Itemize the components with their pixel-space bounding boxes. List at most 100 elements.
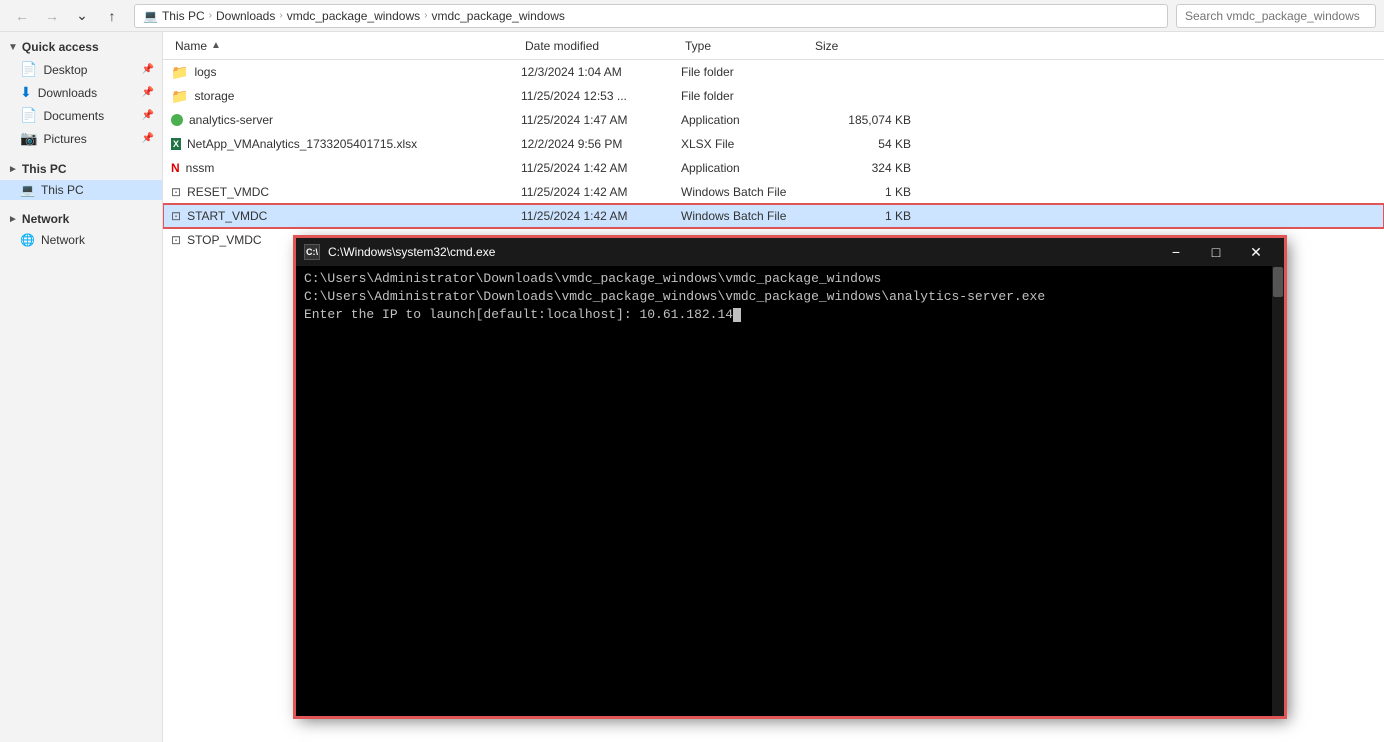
- file-name-cell: ⊡ RESET_VMDC: [171, 185, 521, 199]
- desktop-label: Desktop: [43, 63, 87, 77]
- downloads-icon: ⬇: [20, 84, 32, 101]
- sidebar-item-desktop[interactable]: 📄 Desktop 📌: [0, 58, 162, 81]
- file-type-cell: File folder: [681, 65, 811, 79]
- chevron-icon: ►: [8, 164, 18, 175]
- breadcrumb-vmdc2: vmdc_package_windows: [431, 9, 564, 23]
- sidebar-item-pictures[interactable]: 📷 Pictures 📌: [0, 127, 162, 150]
- forward-button[interactable]: →: [38, 2, 66, 30]
- file-name-cell: 📁 logs: [171, 64, 521, 81]
- file-type-cell: Application: [681, 113, 811, 127]
- downloads-label: Downloads: [38, 86, 97, 100]
- quick-access-label: Quick access: [22, 40, 99, 54]
- dropdown-icon: ⌄: [76, 7, 88, 24]
- col-header-date[interactable]: Date modified: [521, 39, 681, 53]
- network-item-label: Network: [41, 233, 85, 247]
- file-type-cell: File folder: [681, 89, 811, 103]
- file-size-cell: 1 KB: [811, 209, 911, 223]
- col-header-name[interactable]: Name ▲: [171, 39, 521, 53]
- cmd-cursor: [733, 308, 741, 322]
- file-type-cell: Windows Batch File: [681, 209, 811, 223]
- file-date-cell: 11/25/2024 1:42 AM: [521, 185, 681, 199]
- address-bar[interactable]: 💻 This PC › Downloads › vmdc_package_win…: [134, 4, 1168, 28]
- documents-label: Documents: [43, 109, 104, 123]
- col-header-size[interactable]: Size: [811, 39, 911, 53]
- cmd-scrollbar[interactable]: [1272, 266, 1284, 716]
- pictures-icon: 📷: [20, 130, 37, 147]
- table-row[interactable]: 📁 logs 12/3/2024 1:04 AM File folder: [163, 60, 1384, 84]
- recent-button[interactable]: ⌄: [68, 2, 96, 30]
- nav-buttons: ← → ⌄ ↑: [8, 2, 126, 30]
- file-size-cell: 185,074 KB: [811, 113, 911, 127]
- file-type-cell: Application: [681, 161, 811, 175]
- nssm-icon: N: [171, 161, 180, 175]
- up-button[interactable]: ↑: [98, 2, 126, 30]
- thispc-item-label: This PC: [41, 183, 84, 197]
- pin-icon: 📌: [142, 64, 154, 75]
- back-button[interactable]: ←: [8, 2, 36, 30]
- file-name-cell: N nssm: [171, 161, 521, 175]
- table-row-selected[interactable]: ⊡ START_VMDC 11/25/2024 1:42 AM Windows …: [163, 204, 1384, 228]
- file-type-cell: Windows Batch File: [681, 185, 811, 199]
- pictures-label: Pictures: [43, 132, 86, 146]
- xlsx-icon: X: [171, 138, 181, 150]
- file-name-cell: analytics-server: [171, 113, 521, 127]
- sidebar: ▼ Quick access 📄 Desktop 📌 ⬇ Downloads 📌…: [0, 32, 163, 742]
- sort-arrow: ▲: [211, 40, 221, 51]
- file-name-cell: 📁 storage: [171, 88, 521, 105]
- cmd-title-text: C:\Windows\system32\cmd.exe: [328, 245, 1148, 259]
- network-icon: 🌐: [20, 233, 35, 247]
- sidebar-item-network[interactable]: 🌐 Network: [0, 230, 162, 250]
- sidebar-item-thispc[interactable]: 💻 This PC: [0, 180, 162, 200]
- cmd-scrollbar-thumb: [1273, 267, 1283, 297]
- network-label: Network: [22, 212, 69, 226]
- cmd-title-bar: C:\ C:\Windows\system32\cmd.exe − □ ✕: [296, 238, 1284, 266]
- cmd-minimize-button[interactable]: −: [1156, 238, 1196, 266]
- network-header[interactable]: ► Network: [0, 208, 162, 230]
- back-icon: ←: [15, 8, 29, 24]
- quick-access-header[interactable]: ▼ Quick access: [0, 36, 162, 58]
- up-icon: ↑: [109, 8, 116, 24]
- pin-icon: 📌: [142, 133, 154, 144]
- file-date-cell: 12/2/2024 9:56 PM: [521, 137, 681, 151]
- documents-icon: 📄: [20, 107, 37, 124]
- table-row[interactable]: ⊡ RESET_VMDC 11/25/2024 1:42 AM Windows …: [163, 180, 1384, 204]
- file-size-cell: 1 KB: [811, 185, 911, 199]
- sidebar-item-downloads[interactable]: ⬇ Downloads 📌: [0, 81, 162, 104]
- pc-icon: 💻: [143, 9, 158, 23]
- cmd-close-button[interactable]: ✕: [1236, 238, 1276, 266]
- table-row[interactable]: X NetApp_VMAnalytics_1733205401715.xlsx …: [163, 132, 1384, 156]
- breadcrumb-downloads: Downloads: [216, 9, 275, 23]
- sidebar-item-documents[interactable]: 📄 Documents 📌: [0, 104, 162, 127]
- file-date-cell: 11/25/2024 1:42 AM: [521, 161, 681, 175]
- cmd-output: C:\Users\Administrator\Downloads\vmdc_pa…: [304, 270, 1276, 325]
- separator: ›: [209, 10, 212, 21]
- exe-icon: [171, 114, 183, 126]
- bat-icon: ⊡: [171, 185, 181, 199]
- thispc-icon: 💻: [20, 183, 35, 197]
- col-header-type[interactable]: Type: [681, 39, 811, 53]
- pin-icon: 📌: [142, 110, 154, 121]
- desktop-icon: 📄: [20, 61, 37, 78]
- separator: ›: [279, 10, 282, 21]
- file-date-cell: 12/3/2024 1:04 AM: [521, 65, 681, 79]
- separator: ›: [424, 10, 427, 21]
- table-row[interactable]: 📁 storage 11/25/2024 12:53 ... File fold…: [163, 84, 1384, 108]
- file-date-cell: 11/25/2024 12:53 ...: [521, 89, 681, 103]
- table-row[interactable]: analytics-server 11/25/2024 1:47 AM Appl…: [163, 108, 1384, 132]
- file-name-cell: ⊡ START_VMDC: [171, 209, 521, 223]
- thispc-header[interactable]: ► This PC: [0, 158, 162, 180]
- thispc-label: This PC: [22, 162, 67, 176]
- file-date-cell: 11/25/2024 1:47 AM: [521, 113, 681, 127]
- file-name-cell: X NetApp_VMAnalytics_1733205401715.xlsx: [171, 137, 521, 151]
- file-size-cell: 324 KB: [811, 161, 911, 175]
- bat-icon: ⊡: [171, 233, 181, 247]
- cmd-maximize-button[interactable]: □: [1196, 238, 1236, 266]
- title-bar: ← → ⌄ ↑ 💻 This PC › Downloads › vmdc_pac…: [0, 0, 1384, 32]
- search-input[interactable]: [1176, 4, 1376, 28]
- table-row[interactable]: N nssm 11/25/2024 1:42 AM Application 32…: [163, 156, 1384, 180]
- pin-icon: 📌: [142, 87, 154, 98]
- cmd-body[interactable]: C:\Users\Administrator\Downloads\vmdc_pa…: [296, 266, 1284, 716]
- main-layout: ▼ Quick access 📄 Desktop 📌 ⬇ Downloads 📌…: [0, 32, 1384, 742]
- breadcrumb-thispc: This PC: [162, 9, 205, 23]
- cmd-window-controls: − □ ✕: [1156, 238, 1276, 266]
